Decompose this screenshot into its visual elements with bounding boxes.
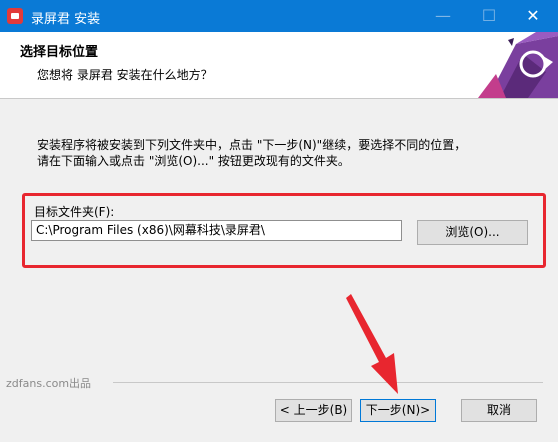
back-button[interactable]: < 上一步(B) [275, 399, 352, 422]
description-text: 安装程序将被安装到下列文件夹中，点击 "下一步(N)"继续，要选择不同的位置， … [37, 137, 466, 169]
description-line: 安装程序将被安装到下列文件夹中，点击 "下一步(N)"继续，要选择不同的位置， [37, 138, 467, 152]
page-subtitle: 您想将 录屏君 安装在什么地方？ [37, 68, 213, 82]
next-button[interactable]: 下一步(N)> [360, 399, 436, 422]
title-bar: 录屏君 安装 — ☐ ✕ [0, 0, 558, 32]
folder-path-input[interactable]: C:\Program Files (x86)\网幕科技\录屏君\ [31, 220, 402, 241]
page-title: 选择目标位置 [20, 45, 99, 60]
minimize-icon[interactable]: — [420, 0, 466, 32]
cancel-button[interactable]: 取消 [461, 399, 537, 422]
wizard-header: 选择目标位置 您想将 录屏君 安装在什么地方？ [0, 32, 558, 99]
footer-divider [113, 382, 543, 383]
window-title: 录屏君 安装 [31, 12, 101, 27]
logo-graphic [478, 32, 558, 98]
wizard-content: 安装程序将被安装到下列文件夹中，点击 "下一步(N)"继续，要选择不同的位置， … [0, 99, 558, 442]
close-icon[interactable]: ✕ [510, 0, 556, 32]
browse-button[interactable]: 浏览(O)... [417, 220, 528, 245]
brand-text: zdfans.com出品 [6, 377, 92, 390]
description-line: 请在下面输入或点击 "浏览(O)..." 按钮更改现有的文件夹。 [37, 154, 350, 168]
maximize-icon[interactable]: ☐ [466, 0, 512, 32]
app-icon [7, 8, 23, 24]
folder-label: 目标文件夹(F): [34, 205, 115, 219]
